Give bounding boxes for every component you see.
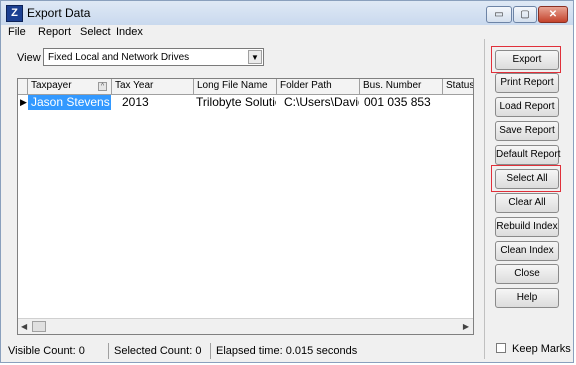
- clear-all-button[interactable]: Clear All: [495, 193, 559, 213]
- scroll-right-icon[interactable]: ▶: [463, 322, 469, 331]
- status-bar: Visible Count: 0 Selected Count: 0 Elaps…: [5, 343, 481, 359]
- help-button[interactable]: Help: [495, 288, 559, 308]
- scroll-thumb[interactable]: [32, 321, 46, 332]
- minimize-button[interactable]: ▭: [486, 6, 512, 23]
- column-header-taxpayer[interactable]: Taxpayer ^: [28, 79, 112, 95]
- column-header-tax-year[interactable]: Tax Year: [112, 79, 194, 95]
- clean-index-button[interactable]: Clean Index: [495, 241, 559, 261]
- column-header-label: Taxpayer: [31, 80, 72, 91]
- horizontal-scrollbar[interactable]: ◀ ▶: [18, 318, 473, 334]
- menu-select[interactable]: Select: [80, 26, 111, 38]
- view-selected-value: Fixed Local and Network Drives: [48, 52, 190, 63]
- close-icon: ✕: [548, 9, 558, 20]
- app-icon: Z: [6, 5, 23, 22]
- cell-status[interactable]: [445, 95, 473, 110]
- elapsed-time: Elapsed time: 0.015 seconds: [216, 345, 358, 357]
- column-header-status[interactable]: Status: [443, 79, 473, 95]
- cell-long-file-name[interactable]: Trilobyte Solutio: [196, 95, 276, 110]
- view-dropdown[interactable]: Fixed Local and Network Drives ▼: [43, 48, 264, 66]
- save-report-button[interactable]: Save Report: [495, 121, 559, 141]
- cell-taxpayer[interactable]: Jason Stevens: [28, 95, 111, 110]
- keep-marks-checkbox[interactable]: Keep Marks: [496, 343, 571, 355]
- status-divider: [108, 343, 109, 359]
- window-title: Export Data: [27, 6, 91, 20]
- scroll-left-icon[interactable]: ◀: [21, 322, 27, 331]
- chevron-down-icon[interactable]: ▼: [248, 50, 262, 64]
- row-selector-header: [18, 79, 28, 95]
- export-data-window: Z Export Data ▭ ▢ ✕ File Report Select I…: [0, 0, 574, 363]
- column-header-bus-number[interactable]: Bus. Number: [360, 79, 443, 95]
- menu-index[interactable]: Index: [116, 26, 143, 38]
- action-panel: Export Print Report Load Report Save Rep…: [484, 39, 571, 359]
- close-window-button[interactable]: ✕: [538, 6, 568, 23]
- data-grid[interactable]: Taxpayer ^ Tax Year Long File Name Folde…: [17, 78, 474, 335]
- default-report-button[interactable]: Default Report: [495, 145, 560, 165]
- visible-count: Visible Count: 0: [8, 345, 85, 357]
- column-header-long-file-name[interactable]: Long File Name: [194, 79, 277, 95]
- keep-marks-label: Keep Marks: [512, 343, 571, 355]
- cell-bus-number[interactable]: 001 035 853: [364, 95, 442, 110]
- view-label: View: [17, 52, 41, 64]
- sort-icon[interactable]: ^: [98, 82, 107, 91]
- export-button[interactable]: Export: [495, 50, 559, 70]
- menu-report[interactable]: Report: [38, 26, 71, 38]
- minimize-icon: ▭: [494, 9, 504, 20]
- close-button[interactable]: Close: [495, 264, 559, 284]
- menu-file[interactable]: File: [8, 26, 26, 38]
- rebuild-index-button[interactable]: Rebuild Index: [495, 217, 559, 237]
- load-report-button[interactable]: Load Report: [495, 97, 559, 117]
- maximize-icon: ▢: [520, 9, 530, 20]
- title-bar: Z Export Data ▭ ▢ ✕: [1, 1, 573, 25]
- status-divider: [210, 343, 211, 359]
- checkbox-icon[interactable]: [496, 343, 506, 353]
- cell-tax-year[interactable]: 2013: [122, 95, 192, 110]
- print-report-button[interactable]: Print Report: [495, 73, 559, 93]
- selected-count: Selected Count: 0: [114, 345, 202, 357]
- cell-folder-path[interactable]: C:\Users\David: [284, 95, 359, 110]
- maximize-button[interactable]: ▢: [513, 6, 537, 23]
- select-all-button[interactable]: Select All: [495, 169, 559, 189]
- current-row-arrow-icon: ▶: [20, 97, 27, 107]
- column-header-folder-path[interactable]: Folder Path: [277, 79, 360, 95]
